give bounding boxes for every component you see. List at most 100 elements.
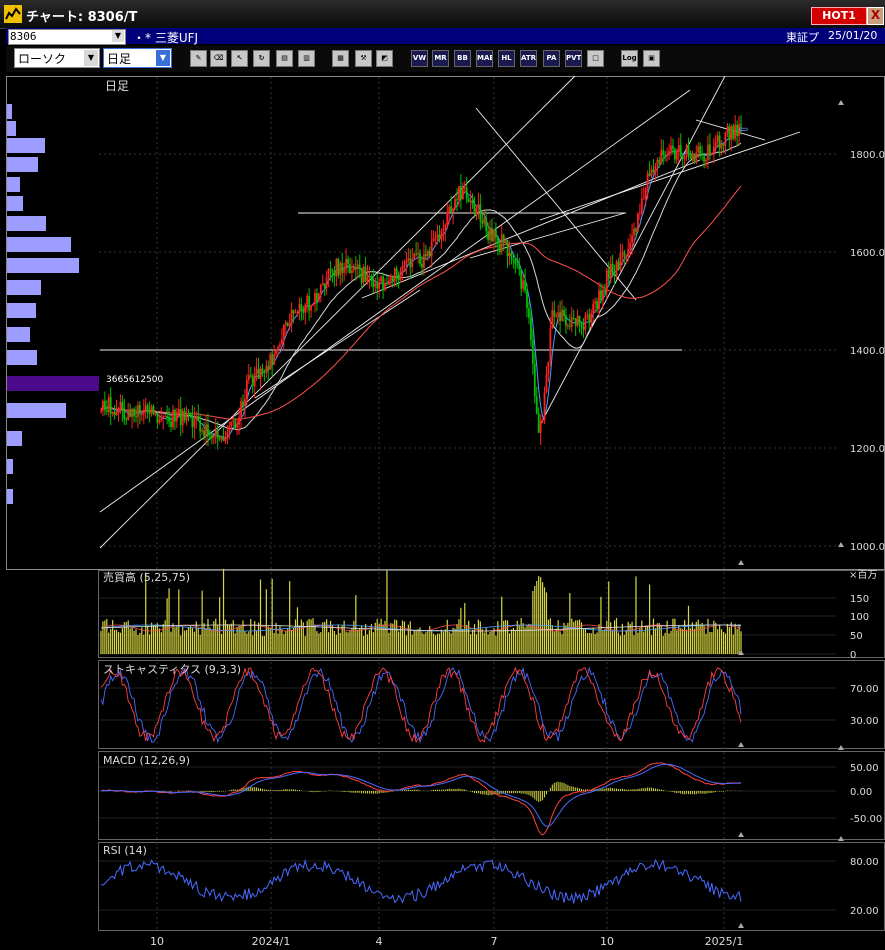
candle-body [689,153,692,159]
candle-body [125,418,128,420]
candle-body [378,281,381,289]
candle-body [222,436,225,442]
candle-body [473,204,476,214]
candle-body [189,413,192,416]
candle-body [201,430,204,432]
candle-body [588,314,591,323]
candle-body [535,396,538,414]
volume-profile-bar [7,258,79,273]
candle-body [245,379,248,400]
chart-canvas[interactable]: 日足 売買高 (5,25,75) ×百万 ストキャスティクス (9,3,3) M… [0,0,885,950]
candle-body [395,268,398,275]
candle-body [327,269,330,278]
candle-body [652,169,655,172]
candle-body [168,417,170,422]
candle-body [640,198,643,213]
ma-5-line [100,129,742,440]
candle-body [290,309,293,325]
candle-body [603,289,606,292]
candle-body [491,228,493,241]
candle-body [352,266,355,271]
candle-body [452,208,454,213]
candle-body [456,199,458,201]
candle-body [343,268,346,273]
arrow-left-icon: ⇦ [738,122,748,136]
candle-body [103,400,106,411]
volume-profile-bar [7,327,30,342]
candle-body [502,234,505,243]
candle-body [594,301,597,304]
candle-body [734,124,737,139]
candle-body [102,400,104,411]
candle-body [524,280,526,291]
candle-body [611,263,614,275]
candle-body [716,135,719,142]
candle-body [633,228,635,236]
candle-body [121,401,124,410]
candle-body [195,416,198,420]
candle-body [436,234,439,239]
candle-body [230,421,233,426]
main-panel-label: 日足 [105,79,129,93]
candle-body [681,156,684,159]
candle-body [568,325,571,327]
candle-body [349,263,351,274]
x-tick-label: 7 [491,935,498,948]
candle-body [382,276,384,291]
candle-body [481,220,484,224]
candle-body [679,145,682,157]
candle-body [458,186,460,200]
candle-body [232,420,235,422]
volume-bars [100,568,742,654]
candle-body [119,401,122,411]
candle-body [461,188,464,200]
candle-body [158,420,161,423]
axis-labels: 1800.0 1600.0 1400.0 1200.0 1000.0 10 2024/1 4 7… [150,100,885,948]
candle-body [319,284,322,294]
candle-body [183,410,186,421]
candle-body [240,401,242,418]
panel-arrow-icon [738,832,744,837]
ma-25-line [100,142,742,431]
trend-lines [99,75,801,549]
candle-body [288,324,291,327]
candle-body [298,304,301,313]
candle-body [226,432,229,438]
candle-body [592,303,595,314]
candle-body [638,212,641,214]
candle-body [249,375,252,377]
candle-body [574,318,577,326]
candle-body [600,290,602,301]
candle-body [403,265,406,267]
candle-body [580,324,583,327]
rsi-panel-frame [98,842,885,931]
volume-profile-bars [7,104,99,504]
y-tick-label: 70.00 [850,684,879,695]
candle-body [537,413,540,433]
candle-body [561,309,563,321]
candle-body [281,339,283,345]
candle-body [504,239,507,243]
volume-profile-bar [7,303,36,318]
candle-body [292,309,295,314]
candle-body [648,173,651,176]
panel-arrow-icon [738,742,744,747]
candle-body [493,229,495,241]
candle-body [314,293,316,305]
candle-body [710,153,713,155]
candle-body [469,200,472,203]
candle-body [545,374,548,393]
candle-body [646,173,649,189]
candle-body [271,354,274,365]
candle-body [642,198,645,200]
candle-body [670,145,672,152]
candle-body [526,290,528,309]
candle-body [356,264,359,269]
candle-body [329,269,332,271]
candle-body [629,242,632,249]
candle-body [362,266,365,283]
candle-body [728,126,731,140]
candle-body [518,264,521,270]
candle-body [209,434,211,436]
candle-body [411,259,414,268]
